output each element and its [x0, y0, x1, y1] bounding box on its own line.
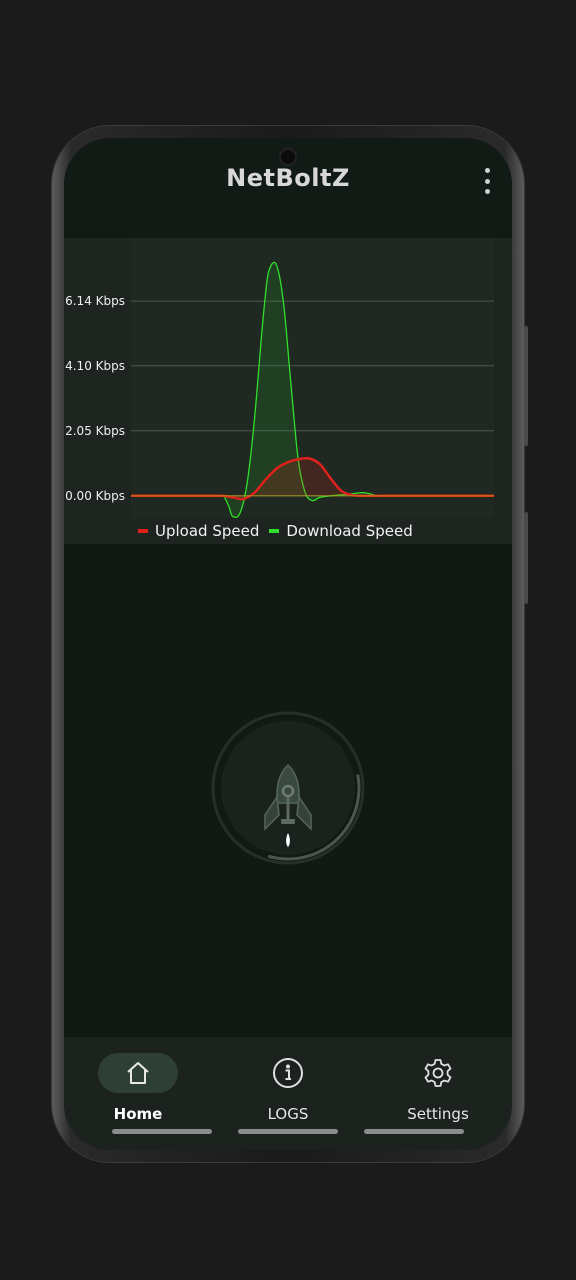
nav-settings-label: Settings	[407, 1105, 469, 1123]
speed-chart-svg: 0.00 Kbps 2.05 Kbps 4.10 Kbps 6.14 Kbps	[65, 238, 494, 518]
legend-upload-swatch	[138, 529, 148, 533]
legend-download-swatch	[269, 529, 280, 533]
volume-button	[524, 326, 528, 446]
home-icon	[127, 1062, 149, 1084]
gesture-bar-right	[364, 1129, 464, 1134]
more-vert-icon[interactable]	[482, 168, 492, 194]
gesture-bar-left	[112, 1129, 212, 1134]
launch-button[interactable]	[211, 711, 365, 865]
gesture-bar-center	[238, 1129, 338, 1134]
legend-upload-label: Upload Speed	[155, 522, 260, 540]
nav-home-indicator	[98, 1053, 178, 1093]
chart-legend: Upload Speed Download Speed	[138, 522, 413, 540]
speed-chart: 0.00 Kbps 2.05 Kbps 4.10 Kbps 6.14 Kbps Upl…	[64, 238, 512, 544]
y-tick-label: 2.05 Kbps	[65, 424, 125, 438]
nav-settings-indicator	[398, 1053, 478, 1093]
legend-download-label: Download Speed	[286, 522, 413, 540]
legend-upload: Upload Speed	[138, 522, 259, 540]
nav-home[interactable]: Home	[78, 1053, 198, 1127]
legend-download: Download Speed	[269, 522, 413, 540]
y-tick-label: 6.14 Kbps	[65, 294, 125, 308]
y-tick-label: 4.10 Kbps	[65, 359, 125, 373]
front-camera	[281, 150, 295, 164]
nav-logs-indicator	[248, 1053, 328, 1093]
nav-logs[interactable]: LOGS	[228, 1053, 348, 1127]
y-tick-label: 0.00 Kbps	[65, 489, 125, 503]
app-screen: NetBoltZ 0.00 Kbps 2.05 Kbps 4.10 Kbps 6.14…	[64, 138, 512, 1150]
gear-icon	[424, 1059, 452, 1087]
info-icon	[273, 1058, 303, 1088]
nav-logs-label: LOGS	[267, 1105, 309, 1123]
nav-home-label: Home	[113, 1105, 163, 1123]
power-button	[524, 512, 528, 604]
app-title: NetBoltZ	[226, 164, 350, 192]
nav-settings[interactable]: Settings	[378, 1053, 498, 1127]
